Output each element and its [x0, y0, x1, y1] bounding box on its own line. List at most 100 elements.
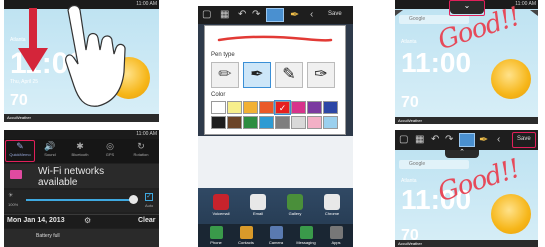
brightness-icon: ☀ [8, 193, 14, 199]
pen-tool-icon[interactable] [266, 8, 284, 22]
dock-icon-contacts[interactable]: Contacts [232, 226, 260, 245]
email-icon [250, 194, 266, 210]
pen-tool-icon[interactable] [459, 133, 475, 147]
weather-city: Atlanta [401, 178, 417, 184]
wifi-icon [10, 170, 22, 179]
gps-toggle[interactable]: ◎ GPS [96, 141, 124, 157]
save-button[interactable]: Save [328, 11, 342, 17]
homescreen: Voicemail Email Gallery Chrome Phone Contact… [198, 136, 353, 247]
color-swatch[interactable] [211, 116, 226, 129]
dock-icon-apps[interactable]: Apps [322, 226, 350, 245]
speaker-icon: 🔊 [44, 141, 56, 151]
color-swatch[interactable] [227, 116, 242, 129]
color-swatch[interactable]: ✓ [274, 100, 291, 115]
accuweather-logo: AccuWeather [398, 241, 422, 246]
voicemail-icon [213, 194, 229, 210]
pen-type-brush[interactable]: ✑ [307, 62, 335, 88]
app-icon-gallery[interactable]: Gallery [280, 194, 310, 216]
panel-notification: 11:00 AM ✎ QuickMemo 🔊 Sound ✱ Bluetooth… [4, 130, 159, 247]
panel-quickmemo-menu: ▢ ▦ ↶ ↷ ✒ ‹ Save Pen type ✏ ✒ ✎ ✑ Color … [198, 6, 353, 247]
color-swatch[interactable] [259, 116, 274, 129]
panel-memo-save: ▢ ▦ ↶ ↷ ✒ ‹ Save ⌃ Google Atlanta 11:00 … [395, 130, 538, 247]
app-icon-voicemail[interactable]: Voicemail [206, 194, 236, 216]
eraser-icon[interactable]: ✒ [479, 133, 488, 146]
color-swatch[interactable] [259, 101, 274, 114]
rotation-icon: ↻ [137, 141, 145, 151]
color-swatch[interactable] [323, 116, 338, 129]
handwritten-memo: Good!! [434, 153, 524, 209]
pen-menu: Pen type ✏ ✒ ✎ ✑ Color ✓ [204, 25, 346, 135]
pen-type-pencil[interactable]: ✏ [211, 62, 239, 88]
accuweather-logo: AccuWeather [398, 118, 422, 123]
sun-icon [491, 194, 531, 234]
app-icon-chrome[interactable]: Chrome [317, 194, 347, 216]
app-icon-email[interactable]: Email [243, 194, 273, 216]
chevron-up-icon: ⌃ [459, 149, 465, 156]
redo-icon[interactable]: ↷ [252, 9, 260, 20]
color-swatch[interactable] [291, 101, 306, 114]
color-swatch[interactable] [291, 116, 306, 129]
camera-icon [269, 226, 283, 239]
down-arrow-icon [18, 8, 48, 72]
widget-area [198, 136, 353, 188]
dock: Phone Contacts Camera Messaging Apps [198, 224, 353, 247]
rotation-toggle[interactable]: ↻ Rotation [126, 141, 156, 157]
memo-type-icon[interactable]: ▢ [202, 9, 211, 20]
status-bar[interactable]: 11:00 AM [4, 130, 159, 139]
undo-icon[interactable]: ↶ [238, 9, 246, 20]
battery-notification[interactable]: Battery full [4, 229, 159, 247]
clear-button[interactable]: Clear [138, 217, 156, 224]
color-swatch[interactable] [275, 116, 290, 129]
redo-icon[interactable]: ↷ [445, 134, 453, 145]
weather-time: 11:00 [401, 47, 472, 78]
fountain-pen-icon: ✒ [250, 66, 264, 83]
sound-toggle[interactable]: 🔊 Sound [36, 141, 64, 157]
panel-memo-written: 11:00 AM Google Atlanta 11:00 70 AccuWea… [395, 0, 538, 124]
color-swatch[interactable] [243, 116, 258, 129]
marker-icon: ✎ [282, 66, 296, 83]
color-swatch[interactable] [307, 116, 322, 129]
wifi-notification[interactable]: Wi-Fi networks available [4, 164, 159, 188]
pen-type-marker[interactable]: ✎ [275, 62, 303, 88]
color-swatch[interactable] [211, 101, 226, 114]
weather-temperature: 70 [10, 92, 28, 109]
brightness-handle[interactable] [129, 195, 138, 204]
share-icon[interactable]: ‹ [310, 9, 313, 20]
bluetooth-toggle[interactable]: ✱ Bluetooth [66, 141, 94, 157]
pen-type-label: Pen type [211, 52, 235, 58]
google-search-bar[interactable]: Google [399, 160, 469, 169]
toolbar-pull-tab[interactable]: ⌃ [445, 149, 479, 158]
apps-icon [329, 226, 343, 239]
share-icon[interactable]: ‹ [497, 134, 500, 145]
memo-type-icon[interactable]: ▢ [399, 134, 408, 145]
grid-icon[interactable]: ▦ [415, 134, 424, 145]
auto-checkbox[interactable]: ✓ [145, 193, 153, 201]
save-highlight [512, 132, 536, 148]
gallery-icon [287, 194, 303, 210]
panel-swipe-down: 11:00 AM Atlanta 11:00 Thu, April 25 70 … [4, 0, 159, 122]
messaging-icon [299, 226, 313, 239]
dock-icon-phone[interactable]: Phone [202, 226, 230, 245]
app-row: Voicemail Email Gallery Chrome [198, 194, 353, 220]
bluetooth-icon: ✱ [76, 141, 84, 151]
brush-icon: ✑ [314, 66, 328, 83]
weather-date: Thu, April 25 [10, 79, 39, 85]
dock-icon-messaging[interactable]: Messaging [292, 226, 320, 245]
color-swatch[interactable] [307, 101, 322, 114]
dock-icon-camera[interactable]: Camera [262, 226, 290, 245]
pen-type-fountain[interactable]: ✒ [243, 62, 271, 88]
color-swatch[interactable] [243, 101, 258, 114]
pencil-icon: ✏ [218, 66, 232, 83]
settings-gear-icon[interactable]: ⚙ [84, 216, 91, 225]
date-row: Mon Jan 14, 2013 ⚙ Clear [4, 214, 159, 228]
hand-gesture-icon [65, 4, 126, 107]
color-swatch[interactable] [227, 101, 242, 114]
eraser-icon[interactable]: ✒ [290, 8, 299, 21]
grid-icon[interactable]: ▦ [220, 9, 229, 20]
chrome-icon [324, 194, 340, 210]
undo-icon[interactable]: ↶ [431, 134, 439, 145]
weather-temperature: 70 [401, 94, 419, 111]
color-swatch[interactable] [323, 101, 338, 114]
contacts-icon [239, 226, 253, 239]
brightness-slider[interactable] [26, 199, 134, 201]
